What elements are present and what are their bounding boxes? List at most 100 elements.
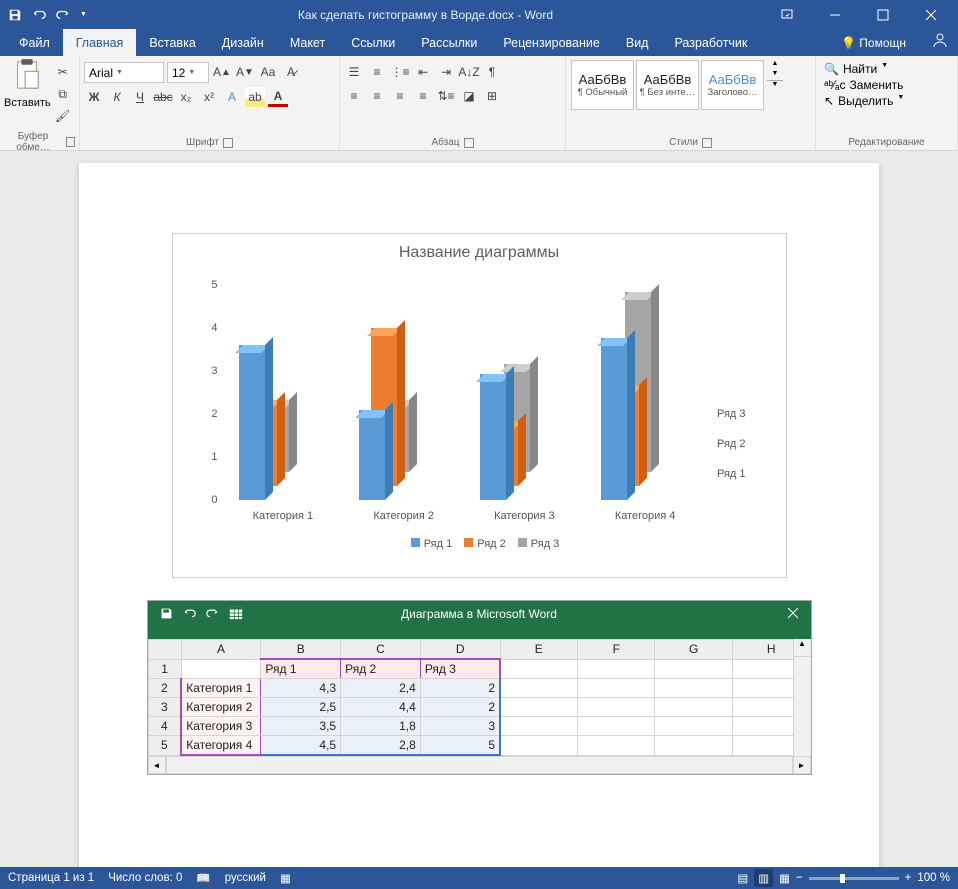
row-header[interactable]: 1 bbox=[148, 659, 181, 679]
replace-button[interactable]: ᵃᵇ⁄ₐc Заменить bbox=[824, 78, 903, 92]
col-header[interactable]: F bbox=[578, 640, 655, 660]
undo-icon[interactable] bbox=[32, 8, 46, 22]
bar[interactable] bbox=[359, 410, 385, 500]
data-grid[interactable]: ABCDEFGH1Ряд 1Ряд 2Ряд 32Категория 14,32… bbox=[148, 639, 811, 756]
chart[interactable]: Название диаграммы 012345 Категория 1Кат… bbox=[172, 233, 787, 578]
col-header[interactable]: A bbox=[181, 640, 261, 660]
superscript-icon[interactable]: x² bbox=[199, 87, 219, 107]
category-cell[interactable]: Категория 2 bbox=[181, 698, 261, 717]
minimize-icon[interactable] bbox=[812, 0, 858, 29]
align-right-icon[interactable]: ≡ bbox=[390, 86, 410, 106]
tab-home[interactable]: Главная bbox=[63, 29, 137, 56]
data-cell[interactable]: 4,3 bbox=[261, 679, 341, 698]
strikethrough-icon[interactable]: abc bbox=[153, 87, 173, 107]
paste-button[interactable]: Вставить bbox=[4, 58, 51, 109]
bold-icon[interactable]: Ж bbox=[84, 87, 104, 107]
category-cell[interactable]: Категория 3 bbox=[181, 717, 261, 736]
align-center-icon[interactable]: ≡ bbox=[367, 86, 387, 106]
col-header[interactable]: D bbox=[420, 640, 500, 660]
paragraph-launcher-icon[interactable] bbox=[464, 138, 474, 148]
zoom-out-icon[interactable]: − bbox=[796, 872, 803, 884]
data-cell[interactable]: 2 bbox=[420, 698, 500, 717]
category-cell[interactable]: Категория 4 bbox=[181, 736, 261, 756]
align-left-icon[interactable]: ≡ bbox=[344, 86, 364, 106]
borders-icon[interactable]: ⊞ bbox=[482, 86, 502, 106]
multilevel-icon[interactable]: ⋮≡ bbox=[390, 62, 410, 82]
print-layout-icon[interactable]: ▥ bbox=[754, 869, 773, 887]
category-cell[interactable]: Категория 1 bbox=[181, 679, 261, 698]
tab-view[interactable]: Вид bbox=[613, 29, 662, 56]
show-marks-icon[interactable]: ¶ bbox=[482, 62, 502, 82]
data-cell[interactable]: 1,8 bbox=[341, 717, 421, 736]
ribbon-options-icon[interactable] bbox=[764, 0, 810, 29]
sheet-hscroll[interactable]: ◄► bbox=[148, 756, 811, 774]
data-cell[interactable]: 4,4 bbox=[341, 698, 421, 717]
tab-insert[interactable]: Вставка bbox=[136, 29, 208, 56]
select-button[interactable]: ↖ Выделить ▼ bbox=[824, 94, 904, 108]
justify-icon[interactable]: ≡ bbox=[413, 86, 433, 106]
tab-developer[interactable]: Разработчик bbox=[661, 29, 760, 56]
account-icon[interactable] bbox=[932, 32, 948, 53]
italic-icon[interactable]: К bbox=[107, 87, 127, 107]
tab-layout[interactable]: Макет bbox=[277, 29, 338, 56]
qat-dropdown-icon[interactable]: ▼ bbox=[80, 11, 87, 18]
shrink-font-icon[interactable]: A▼ bbox=[235, 62, 255, 82]
document-area[interactable]: Название диаграммы 012345 Категория 1Кат… bbox=[0, 151, 958, 867]
sort-icon[interactable]: A↓Z bbox=[459, 62, 479, 82]
clipboard-launcher-icon[interactable] bbox=[66, 137, 75, 147]
format-painter-icon[interactable]: 🖌 bbox=[53, 106, 73, 126]
tell-me-icon[interactable]: 💡 Помощн bbox=[841, 36, 906, 50]
font-color-icon[interactable]: A bbox=[268, 87, 288, 107]
series-header[interactable]: Ряд 3 bbox=[420, 659, 500, 679]
tab-file[interactable]: Файл bbox=[6, 29, 63, 56]
clear-formatting-icon[interactable]: A̷ bbox=[281, 62, 301, 82]
style-0[interactable]: АаБбВв¶ Обычный bbox=[571, 60, 634, 110]
row-header[interactable]: 5 bbox=[148, 736, 181, 756]
series-header[interactable]: Ряд 1 bbox=[261, 659, 341, 679]
font-name-combo[interactable]: Arial▼ bbox=[84, 62, 164, 83]
col-header[interactable]: B bbox=[261, 640, 341, 660]
col-header[interactable]: C bbox=[341, 640, 421, 660]
shading-icon[interactable]: ◪ bbox=[459, 86, 479, 106]
bullets-icon[interactable]: ☰ bbox=[344, 62, 364, 82]
styles-more-icon[interactable]: ▲▼▼ bbox=[767, 60, 783, 88]
change-case-icon[interactable]: Aa bbox=[258, 62, 278, 82]
data-cell[interactable]: 5 bbox=[420, 736, 500, 756]
web-layout-icon[interactable]: ▦ bbox=[779, 871, 790, 885]
cut-icon[interactable]: ✂ bbox=[53, 62, 73, 82]
font-size-combo[interactable]: 12▼ bbox=[167, 62, 209, 83]
zoom-slider[interactable] bbox=[809, 877, 899, 880]
save-icon[interactable] bbox=[8, 8, 22, 22]
style-2[interactable]: АаБбВвЗаголово… bbox=[701, 60, 764, 110]
tab-mailings[interactable]: Рассылки bbox=[408, 29, 490, 56]
tab-review[interactable]: Рецензирование bbox=[490, 29, 613, 56]
maximize-icon[interactable] bbox=[860, 0, 906, 29]
numbering-icon[interactable]: ≡ bbox=[367, 62, 387, 82]
data-cell[interactable]: 3 bbox=[420, 717, 500, 736]
bar[interactable] bbox=[239, 345, 265, 500]
line-spacing-icon[interactable]: ⇅≡ bbox=[436, 86, 456, 106]
style-1[interactable]: АаБбВв¶ Без инте… bbox=[636, 60, 699, 110]
col-header[interactable]: G bbox=[655, 640, 732, 660]
bar[interactable] bbox=[601, 338, 627, 500]
bar[interactable] bbox=[480, 374, 506, 500]
find-button[interactable]: 🔍 Найти ▼ bbox=[824, 62, 888, 76]
col-header[interactable] bbox=[148, 640, 181, 660]
data-cell[interactable]: 3,5 bbox=[261, 717, 341, 736]
status-language[interactable]: русский bbox=[225, 872, 266, 884]
data-cell[interactable]: 2,4 bbox=[341, 679, 421, 698]
sheet-vscroll[interactable]: ▲ bbox=[793, 639, 811, 756]
close-icon[interactable] bbox=[908, 0, 954, 29]
tab-references[interactable]: Ссылки bbox=[338, 29, 408, 56]
highlight-icon[interactable]: ab bbox=[245, 87, 265, 107]
subscript-icon[interactable]: x₂ bbox=[176, 87, 196, 107]
data-cell[interactable]: 2 bbox=[420, 679, 500, 698]
text-effects-icon[interactable]: A bbox=[222, 87, 242, 107]
series-header[interactable]: Ряд 2 bbox=[341, 659, 421, 679]
zoom-in-icon[interactable]: + bbox=[905, 872, 912, 884]
grow-font-icon[interactable]: A▲ bbox=[212, 62, 232, 82]
status-word-count[interactable]: Число слов: 0 bbox=[108, 872, 182, 884]
underline-icon[interactable]: Ч bbox=[130, 87, 150, 107]
data-cell[interactable]: 2,8 bbox=[341, 736, 421, 756]
status-macros-icon[interactable]: ▦ bbox=[280, 871, 291, 885]
